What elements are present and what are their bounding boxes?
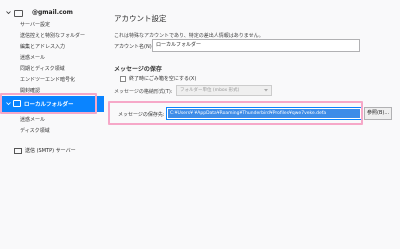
sidebar-smtp-server[interactable]: 送信 (SMTP) サーバー bbox=[14, 147, 76, 154]
account-description: これは特殊なアカウントであり、特定の差出人情報はありません。 bbox=[114, 33, 264, 39]
highlight-box-storage-path bbox=[108, 101, 363, 125]
account-name-label: アカウント名(N): bbox=[114, 44, 154, 50]
browse-button[interactable]: 参照(B)... bbox=[364, 107, 392, 120]
sidebar-account-gmail[interactable]: @gmail.com bbox=[6, 9, 104, 19]
sidebar-item-local-disk[interactable]: ディスク領域 bbox=[20, 127, 50, 135]
account-name-input[interactable]: ローカルフォルダー bbox=[152, 39, 360, 52]
chevron-down-icon[interactable] bbox=[6, 10, 11, 15]
sidebar-item-e2e[interactable]: エンドツーエンド暗号化 bbox=[20, 76, 75, 84]
checkbox-icon[interactable] bbox=[120, 75, 126, 82]
storage-format-label: メッセージの格納形式(T): bbox=[114, 89, 173, 95]
sidebar-item-junk[interactable]: 迷惑メール bbox=[20, 54, 45, 62]
sidebar-item-server-settings[interactable]: サーバー設定 bbox=[20, 21, 50, 29]
sidebar-item-local-junk[interactable]: 迷惑メール bbox=[20, 116, 45, 124]
sidebar-item-copies-folders[interactable]: 送信控えと特別なフォルダー bbox=[20, 32, 85, 40]
storage-format-select: フォルダー単位 (mbox 形式) bbox=[176, 85, 272, 96]
page-title: アカウント設定 bbox=[114, 14, 167, 23]
empty-trash-checkbox[interactable]: 終了時にごみ箱を空にする(X) bbox=[120, 75, 196, 82]
empty-trash-label: 終了時にごみ箱を空にする(X) bbox=[129, 76, 197, 82]
sidebar-item-sync-disk[interactable]: 同期とディスク領域 bbox=[20, 65, 65, 73]
sidebar-item-composition[interactable]: 編集とアドレス入力 bbox=[20, 43, 65, 51]
server-icon bbox=[14, 147, 22, 154]
mail-icon bbox=[14, 10, 23, 17]
account-sidebar: @gmail.com サーバー設定 送信控えと特別なフォルダー 編集とアドレス入… bbox=[0, 0, 104, 249]
message-storage-heading: メッセージの保存 bbox=[114, 66, 162, 73]
account-settings-window: @gmail.com サーバー設定 送信控えと特別なフォルダー 編集とアドレス入… bbox=[0, 0, 400, 249]
sidebar-account-label: @gmail.com bbox=[32, 9, 73, 16]
sidebar-smtp-label: 送信 (SMTP) サーバー bbox=[25, 148, 76, 154]
highlight-box-local-folders bbox=[0, 93, 97, 114]
storage-format-value: フォルダー単位 (mbox 形式) bbox=[180, 88, 240, 93]
chevron-down-icon bbox=[264, 89, 268, 92]
